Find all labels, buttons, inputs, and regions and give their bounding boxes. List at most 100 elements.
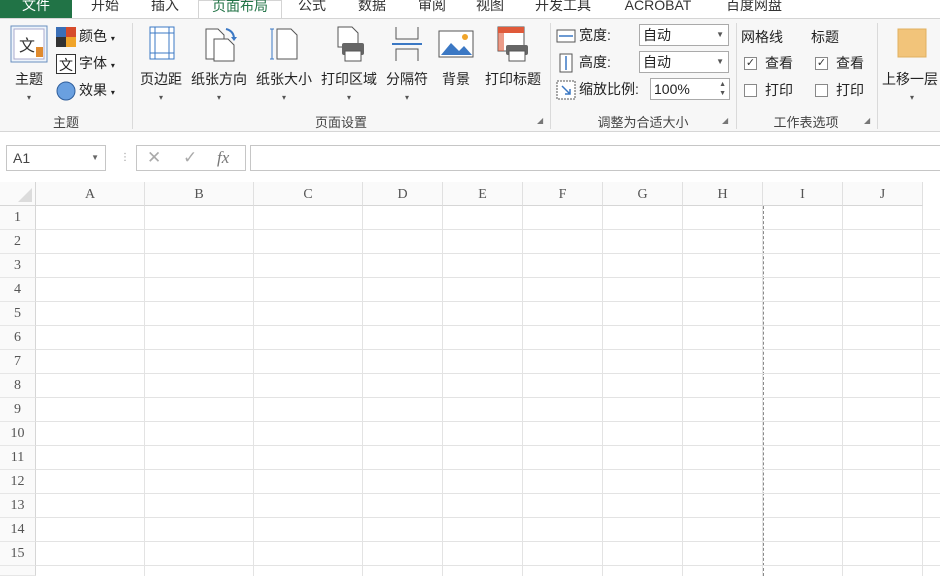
scale-spinner[interactable]: 100% ▲ ▼ [650,78,730,100]
tab-baidu-netdisk[interactable]: 百度网盘 [712,0,796,18]
gridline-horizontal [36,373,940,374]
column-header-e[interactable]: E [443,182,523,206]
formula-bar: A1 ▼ ⋮ ✕ ✓ fx [0,132,940,182]
row-header-8[interactable]: 8 [0,374,36,398]
column-header-f[interactable]: F [523,182,603,206]
orientation-button[interactable]: 纸张方向 ▾ [188,25,250,102]
tab-insert[interactable]: 插入 [136,0,194,18]
size-button[interactable]: 纸张大小 ▾ [252,25,316,102]
row-header-9[interactable]: 9 [0,398,36,422]
chevron-down-icon: ▾ [404,93,409,102]
gridline-vertical [144,206,145,576]
tab-data[interactable]: 数据 [344,0,400,18]
ribbon: 文 主题 ▾ 颜色 ▾ 文字体 ▾ 效果 ▾ 主题 页边距 ▾ 纸张方向 ▾ 纸… [0,18,940,132]
headings-view-label: 查看 [836,55,864,71]
tab-formulas[interactable]: 公式 [286,0,338,18]
tab-review[interactable]: 审阅 [404,0,460,18]
row-header-6[interactable]: 6 [0,326,36,350]
row-header-partial [0,566,36,576]
row-header-14[interactable]: 14 [0,518,36,542]
row-header-1[interactable]: 1 [0,206,36,230]
page-break-line [763,206,764,576]
themes-icon: 文 [10,25,48,63]
print-area-label: 打印区域 [321,71,377,87]
chevron-down-icon[interactable]: ▼ [91,146,99,170]
headings-view-checkbox[interactable]: ✓ 查看 [815,53,864,73]
tab-acrobat[interactable]: ACROBAT [610,0,706,18]
page-break-icon [388,25,426,63]
margins-button[interactable]: 页边距 ▾ [136,25,186,102]
group-divider [877,23,878,129]
headings-print-checkbox[interactable]: 打印 [815,80,864,100]
cancel-icon[interactable]: ✕ [147,148,161,168]
row-header-15[interactable]: 15 [0,542,36,566]
row-header-7[interactable]: 7 [0,350,36,374]
tab-home[interactable]: 开始 [76,0,134,18]
dialog-launcher-icon[interactable]: ◢ [864,117,872,125]
height-select[interactable]: 自动 ▼ [639,51,729,73]
width-value: 自动 [643,27,671,43]
background-button[interactable]: 背景 [434,25,478,89]
insert-function-icon[interactable]: fx [217,148,229,168]
dialog-launcher-icon[interactable]: ◢ [722,117,730,125]
tab-file[interactable]: 文件 [0,0,72,18]
theme-colors-button[interactable]: 颜色 ▾ [56,25,115,48]
row-header-13[interactable]: 13 [0,494,36,518]
print-area-button[interactable]: 打印区域 ▾ [318,25,380,102]
column-header-a[interactable]: A [36,182,145,206]
tab-developer[interactable]: 开发工具 [522,0,604,18]
gridlines-view-checkbox[interactable]: ✓ 查看 [744,53,793,73]
column-header-c[interactable]: C [254,182,363,206]
print-titles-label: 打印标题 [485,71,541,87]
height-label: 高度: [556,51,611,73]
svg-text:文: 文 [19,36,35,55]
bring-forward-button[interactable]: 上移一层 ▾ [882,25,940,102]
row-header-2[interactable]: 2 [0,230,36,254]
enter-icon[interactable]: ✓ [183,148,197,168]
row-header-10[interactable]: 10 [0,422,36,446]
column-header-g[interactable]: G [603,182,683,206]
row-header-11[interactable]: 11 [0,446,36,470]
tab-page-layout[interactable]: 页面布局 [198,0,282,18]
row-header-4[interactable]: 4 [0,278,36,302]
theme-effects-button[interactable]: 效果 ▾ [56,79,115,101]
margins-label: 页边距 [140,71,182,87]
theme-colors-label: 颜色 [79,28,107,44]
themes-button[interactable]: 文 主题 ▾ [6,25,52,102]
chevron-down-icon: ▼ [716,57,724,66]
print-titles-button[interactable]: 打印标题 [480,25,546,89]
tab-view[interactable]: 视图 [462,0,518,18]
chevron-down-icon: ▾ [110,61,115,70]
formula-input[interactable] [250,145,940,171]
breaks-button[interactable]: 分隔符 ▾ [382,25,432,102]
headings-print-label: 打印 [836,82,864,98]
column-header-j[interactable]: J [843,182,923,206]
spin-arrows-icon[interactable]: ▲ ▼ [719,80,726,98]
row-header-12[interactable]: 12 [0,470,36,494]
gridline-horizontal [36,397,940,398]
formula-bar-grip-icon[interactable]: ⋮ [120,152,130,163]
gridlines-print-checkbox[interactable]: 打印 [744,80,793,100]
breaks-label: 分隔符 [386,71,428,87]
column-header-h[interactable]: H [683,182,763,206]
select-all-button[interactable] [0,182,36,206]
gridline-vertical [682,206,683,576]
dialog-launcher-icon[interactable]: ◢ [537,117,545,125]
name-box[interactable]: A1 ▼ [6,145,106,171]
gridline-vertical [362,206,363,576]
gridline-vertical [762,206,763,576]
column-header-i[interactable]: I [763,182,843,206]
scale-label-text: 缩放比例: [579,81,639,97]
row-header-3[interactable]: 3 [0,254,36,278]
gridlines-heading: 网格线 [741,29,783,45]
worksheet-grid[interactable]: A B C D E F G H I J 1 2 3 4 5 6 7 8 9 10 11 12 13 14 15 [0,182,940,576]
gridline-horizontal [36,349,940,350]
theme-fonts-button[interactable]: 文字体 ▾ [56,52,115,75]
column-header-b[interactable]: B [145,182,254,206]
orientation-icon [200,25,238,63]
row-header-5[interactable]: 5 [0,302,36,326]
gridline-horizontal [36,565,940,566]
width-select[interactable]: 自动 ▼ [639,24,729,46]
column-header-d[interactable]: D [363,182,443,206]
gridline-horizontal [36,493,940,494]
